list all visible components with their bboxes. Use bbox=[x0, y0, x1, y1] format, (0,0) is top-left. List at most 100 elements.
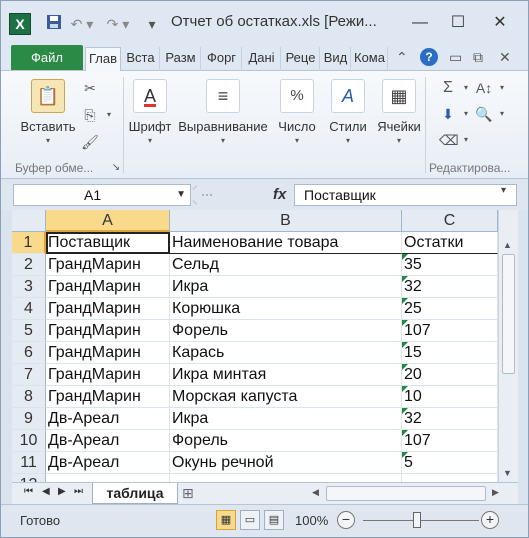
row-header[interactable]: 8 bbox=[12, 386, 46, 408]
cell-c2[interactable]: 35 bbox=[402, 254, 498, 276]
cell-b2[interactable]: Сельд bbox=[170, 254, 402, 276]
cell-b3[interactable]: Икра bbox=[170, 276, 402, 298]
zoom-slider[interactable] bbox=[363, 520, 479, 521]
row-header[interactable]: 11 bbox=[12, 452, 46, 474]
first-sheet-icon[interactable]: ⏮ bbox=[24, 486, 33, 497]
cell-b11[interactable]: Окунь речной bbox=[170, 452, 402, 474]
cell-a9[interactable]: Дв-Ареал bbox=[46, 408, 170, 430]
cell-a2[interactable]: ГрандМарин bbox=[46, 254, 170, 276]
zoom-level[interactable]: 100% bbox=[295, 513, 328, 528]
fill-icon[interactable]: ⬇ bbox=[439, 105, 457, 123]
sort-filter-icon[interactable]: A↕ bbox=[475, 79, 493, 97]
horizontal-scrollbar[interactable]: ◀ ▶ bbox=[312, 486, 502, 501]
cell-a11[interactable]: Дв-Ареал bbox=[46, 452, 170, 474]
cell-b1[interactable]: Наименование товара bbox=[170, 232, 402, 254]
zoom-out-button[interactable]: − bbox=[337, 511, 355, 529]
insert-sheet-icon[interactable]: ⊞ bbox=[182, 485, 194, 502]
autosum-dropdown-icon[interactable]: ▾ bbox=[457, 79, 475, 97]
row-header[interactable]: 3 bbox=[12, 276, 46, 298]
zoom-in-button[interactable]: + bbox=[481, 511, 499, 529]
ribbon-collapse-icon[interactable]: ⌃ bbox=[396, 49, 408, 66]
cell-a1[interactable]: Поставщик bbox=[46, 232, 170, 254]
row-header[interactable]: 5 bbox=[12, 320, 46, 342]
cell-a4[interactable]: ГрандМарин bbox=[46, 298, 170, 320]
expand-formula-icon[interactable]: ▾ bbox=[501, 185, 506, 196]
cell-b8[interactable]: Морская капуста bbox=[170, 386, 402, 408]
close-button[interactable]: ✕ bbox=[485, 11, 515, 35]
scroll-right-icon[interactable]: ▶ bbox=[492, 487, 499, 498]
tab-data[interactable]: Дані bbox=[243, 47, 281, 71]
cell-b12[interactable] bbox=[170, 474, 402, 482]
cell-b6[interactable]: Карась bbox=[170, 342, 402, 364]
cell-c10[interactable]: 107 bbox=[402, 430, 498, 452]
clear-icon[interactable]: ⌫ bbox=[439, 131, 459, 149]
maximize-button[interactable]: ☐ bbox=[443, 11, 473, 35]
name-box[interactable]: A1 ▼ bbox=[13, 184, 191, 206]
page-layout-view-icon[interactable]: ▭ bbox=[240, 510, 260, 530]
tab-home[interactable]: Глав bbox=[85, 47, 121, 72]
cell-a3[interactable]: ГрандМарин bbox=[46, 276, 170, 298]
format-painter-icon[interactable]: 🖌 bbox=[81, 133, 99, 151]
prev-sheet-icon[interactable]: ◀ bbox=[42, 486, 50, 497]
excel-app-icon[interactable]: X bbox=[9, 13, 31, 35]
last-sheet-icon[interactable]: ⏭ bbox=[74, 486, 83, 497]
clear-dropdown-icon[interactable]: ▾ bbox=[457, 131, 475, 149]
row-header[interactable]: 2 bbox=[12, 254, 46, 276]
cell-c1[interactable]: Остатки bbox=[402, 232, 498, 254]
cells-button[interactable]: ▦ Ячейки ▾ bbox=[375, 79, 423, 145]
doc-restore-icon[interactable]: ⧉ bbox=[473, 49, 483, 66]
cell-c6[interactable]: 15 bbox=[402, 342, 498, 364]
tab-commands[interactable]: Кома bbox=[352, 47, 388, 71]
font-button[interactable]: A Шрифт ▾ bbox=[126, 79, 174, 145]
number-button[interactable]: % Число ▾ bbox=[273, 79, 321, 145]
copy-dropdown-icon[interactable]: ▾ bbox=[100, 106, 118, 124]
find-dropdown-icon[interactable]: ▾ bbox=[493, 105, 511, 123]
customize-toolbar-icon[interactable]: ▾ bbox=[145, 14, 159, 34]
row-header[interactable]: 4 bbox=[12, 298, 46, 320]
row-header[interactable]: 12 bbox=[12, 474, 46, 482]
vertical-scrollbar[interactable]: ▲ ▼ bbox=[498, 210, 518, 482]
fill-dropdown-icon[interactable]: ▾ bbox=[457, 105, 475, 123]
sheet-tab-table[interactable]: таблица bbox=[92, 483, 178, 504]
cell-a7[interactable]: ГрандМарин bbox=[46, 364, 170, 386]
cell-c5[interactable]: 107 bbox=[402, 320, 498, 342]
row-header[interactable]: 10 bbox=[12, 430, 46, 452]
styles-button[interactable]: A Стили ▾ bbox=[325, 79, 371, 145]
cell-c9[interactable]: 32 bbox=[402, 408, 498, 430]
cell-c4[interactable]: 25 bbox=[402, 298, 498, 320]
scroll-left-icon[interactable]: ◀ bbox=[312, 487, 319, 498]
cell-b9[interactable]: Икра bbox=[170, 408, 402, 430]
page-break-view-icon[interactable]: ▤ bbox=[264, 510, 284, 530]
formula-input[interactable]: Поставщик bbox=[294, 184, 517, 206]
cell-c12[interactable] bbox=[402, 474, 498, 482]
cell-c11[interactable]: 5 bbox=[402, 452, 498, 474]
row-header[interactable]: 9 bbox=[12, 408, 46, 430]
column-header-c[interactable]: C bbox=[402, 210, 498, 232]
save-icon[interactable] bbox=[43, 14, 65, 34]
scroll-thumb[interactable] bbox=[502, 254, 515, 374]
cell-b5[interactable]: Форель bbox=[170, 320, 402, 342]
cell-a5[interactable]: ГрандМарин bbox=[46, 320, 170, 342]
find-select-icon[interactable]: 🔍 bbox=[475, 105, 493, 123]
doc-minimize-icon[interactable]: ▭ bbox=[449, 49, 462, 66]
undo-icon[interactable]: ↶ ▾ bbox=[69, 14, 95, 34]
column-header-a[interactable]: A bbox=[46, 210, 170, 232]
normal-view-icon[interactable]: ▦ bbox=[216, 510, 236, 530]
insert-function-icon[interactable]: fx bbox=[273, 186, 286, 203]
cell-a12[interactable] bbox=[46, 474, 170, 482]
cell-c3[interactable]: 32 bbox=[402, 276, 498, 298]
tab-formulas[interactable]: Форг bbox=[202, 47, 242, 71]
redo-icon[interactable]: ↷ ▾ bbox=[105, 14, 131, 34]
help-icon[interactable]: ? bbox=[420, 48, 438, 66]
cell-c8[interactable]: 10 bbox=[402, 386, 498, 408]
spreadsheet-grid[interactable]: A B C 1 Поставщик Наименование товара Остат… bbox=[12, 210, 518, 482]
scroll-down-icon[interactable]: ▼ bbox=[503, 468, 512, 478]
minimize-button[interactable]: — bbox=[405, 11, 435, 35]
alignment-button[interactable]: ≡ Выравнивание ▾ bbox=[177, 79, 269, 145]
paste-button[interactable]: 📋 Вставить ▾ bbox=[17, 79, 79, 145]
tab-review[interactable]: Реце bbox=[282, 47, 320, 71]
tab-file[interactable]: Файл bbox=[11, 45, 83, 70]
row-header[interactable]: 7 bbox=[12, 364, 46, 386]
row-header[interactable]: 1 bbox=[12, 232, 46, 254]
cell-a6[interactable]: ГрандМарин bbox=[46, 342, 170, 364]
